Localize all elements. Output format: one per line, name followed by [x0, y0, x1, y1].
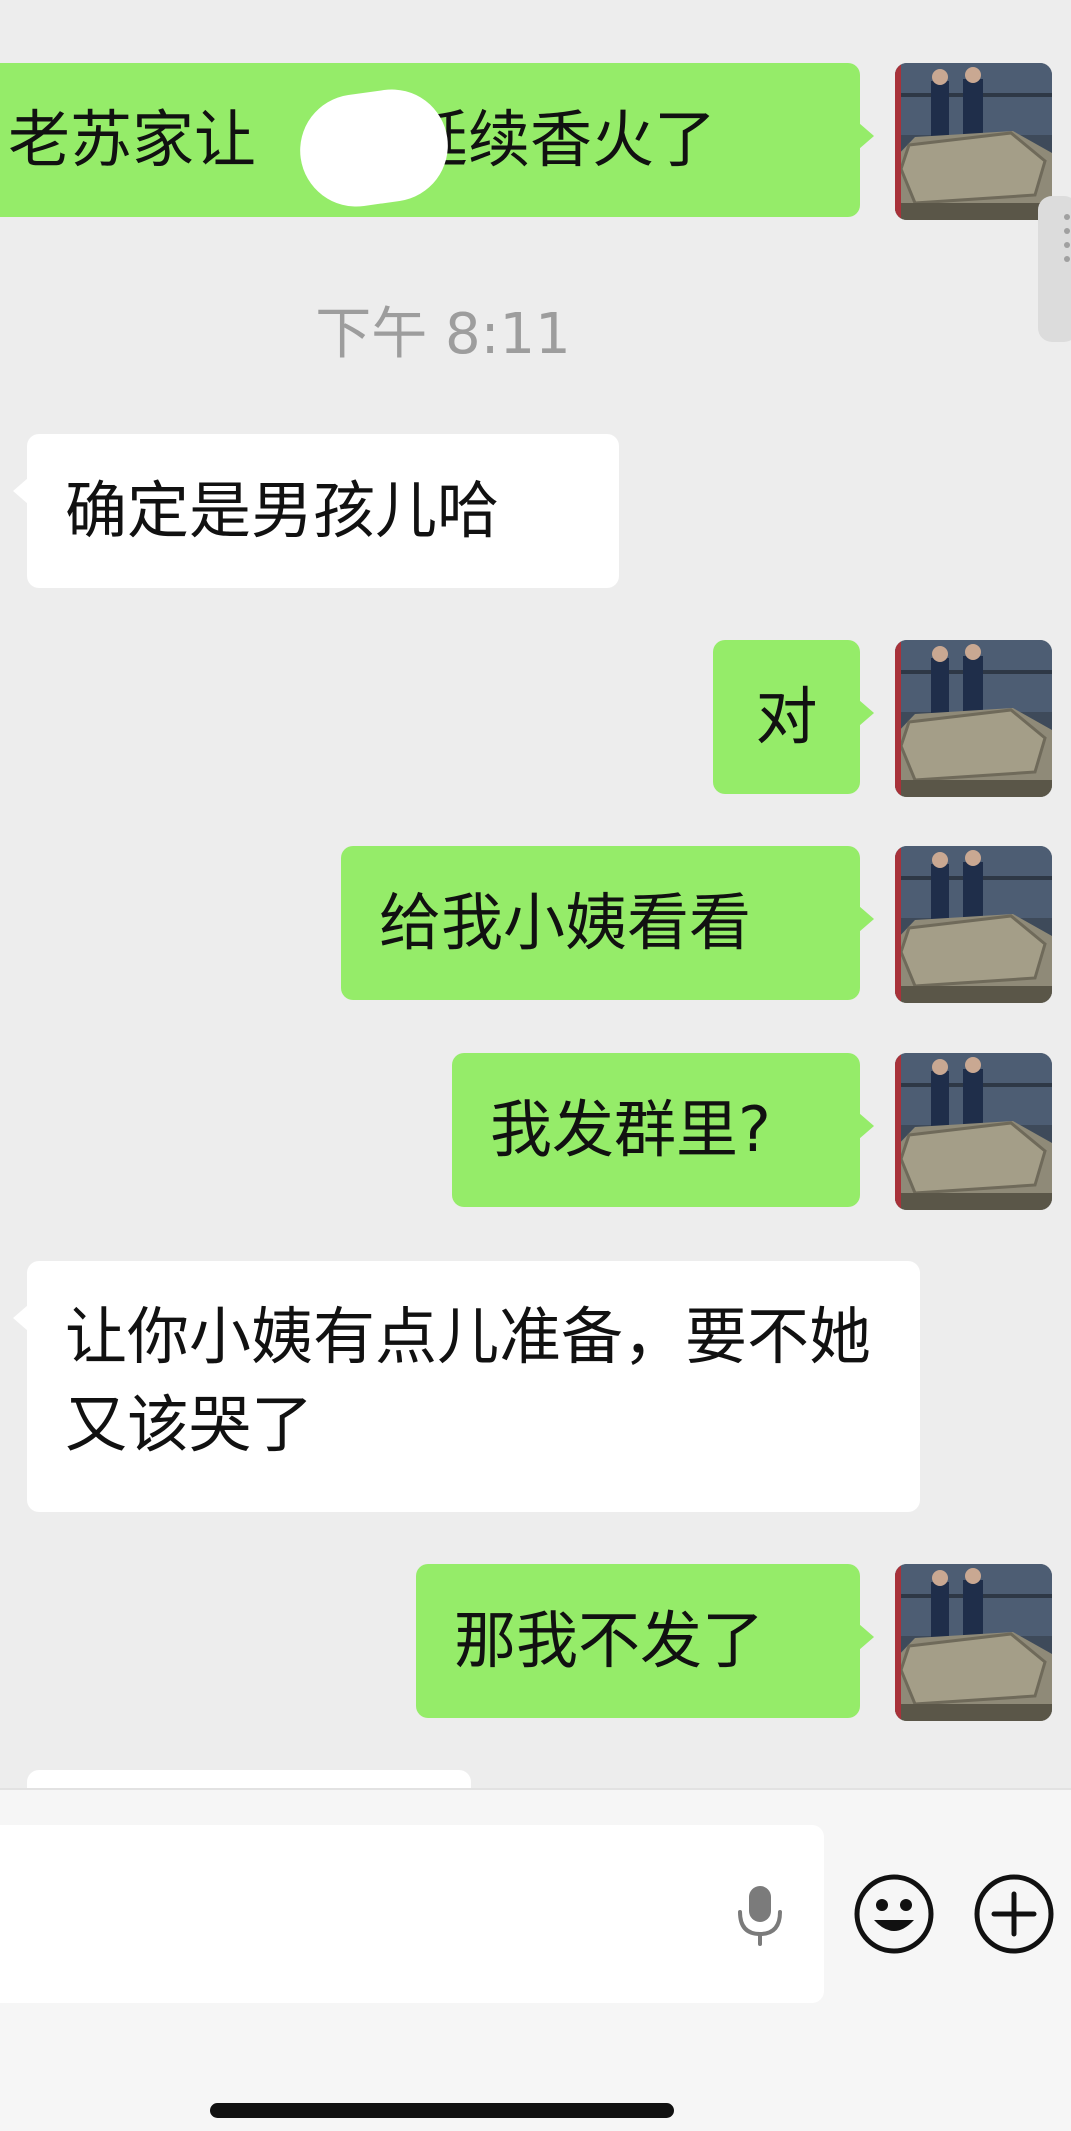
redaction-blot	[338, 100, 446, 192]
outgoing-message-bubble[interactable]: 对	[713, 640, 874, 794]
avatar[interactable]	[895, 1053, 1052, 1210]
smiley-face-icon[interactable]	[852, 1872, 936, 1956]
outgoing-message-bubble[interactable]: 我发群里?	[452, 1053, 874, 1207]
plus-circle-icon[interactable]	[972, 1872, 1056, 1956]
avatar-image	[895, 846, 1052, 1003]
outgoing-message-bubble[interactable]: 那我不发了	[416, 1564, 874, 1718]
avatar[interactable]	[895, 846, 1052, 1003]
avatar-image	[895, 640, 1052, 797]
message-timestamp: 下午 8:11	[315, 302, 571, 367]
avatar[interactable]	[895, 1564, 1052, 1721]
chat-screen: 老苏家让 延续香火了 下午 8:11 确定是男孩儿哈 对 给我小姨看看 我发群里…	[0, 0, 1071, 2131]
outgoing-message-bubble[interactable]: 给我小姨看看	[341, 846, 874, 1000]
message-text: 老苏家让	[8, 103, 257, 176]
avatar[interactable]	[895, 63, 1052, 220]
microphone-icon[interactable]	[720, 1872, 800, 1956]
incoming-message-bubble[interactable]: 确定是男孩儿哈	[13, 434, 619, 588]
message-text: 让你小姨有点儿准备，要不她又该哭了	[65, 1300, 872, 1461]
avatar-image	[895, 63, 1052, 220]
home-indicator[interactable]	[210, 2103, 674, 2118]
input-bar	[0, 1788, 1071, 2131]
message-text: 对	[755, 680, 818, 753]
message-text: 那我不发了	[454, 1604, 765, 1677]
avatar-image	[895, 1564, 1052, 1721]
message-text: 确定是男孩儿哈	[65, 474, 500, 547]
scroll-handle[interactable]	[1038, 196, 1071, 342]
incoming-message-bubble[interactable]: 让你小姨有点儿准备，要不她又该哭了	[13, 1261, 920, 1512]
message-text: 我发群里?	[490, 1093, 771, 1166]
message-input[interactable]	[0, 1825, 824, 2003]
message-text: 给我小姨看看	[379, 886, 752, 959]
message-text-suffix: 延续香火了	[406, 103, 717, 176]
avatar-image	[895, 1053, 1052, 1210]
avatar[interactable]	[895, 640, 1052, 797]
